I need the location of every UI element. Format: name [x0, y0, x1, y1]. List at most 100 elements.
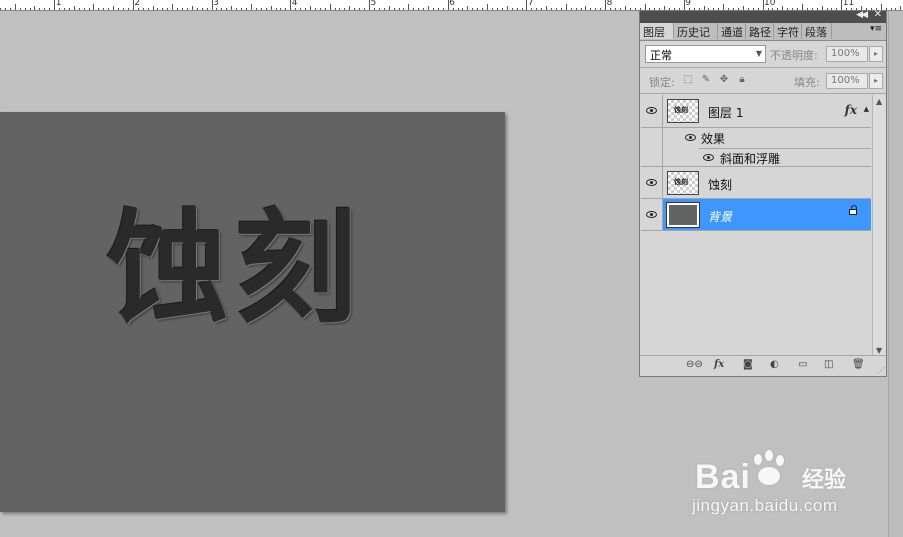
ruler-tick	[496, 8, 498, 10]
ruler-tick	[442, 8, 444, 10]
lock-icon	[849, 205, 857, 215]
tab-history[interactable]: 历史记	[674, 23, 718, 39]
fill-slider-button[interactable]: ▸	[869, 73, 883, 89]
ruler-label: 5	[370, 0, 377, 8]
ruler-tick	[260, 8, 262, 10]
ruler-tick	[186, 8, 188, 10]
watermark-brand-cn: 经验	[802, 468, 847, 493]
ruler-tick	[236, 8, 238, 10]
adjustment-layer-icon[interactable]: ◐	[770, 359, 779, 370]
visibility-toggle[interactable]	[641, 167, 663, 198]
panel-menu-icon[interactable]: ▾≡	[870, 24, 882, 34]
ruler-tick	[378, 8, 380, 10]
ruler-tick	[44, 8, 46, 10]
ruler-tick	[241, 8, 243, 10]
ruler-tick	[206, 8, 208, 10]
scroll-up-icon[interactable]: ▲	[876, 97, 882, 106]
ruler-tick	[359, 8, 361, 10]
ruler-tick	[9, 8, 11, 10]
ruler-tick	[108, 8, 110, 10]
tab-paths[interactable]: 路径	[746, 23, 774, 39]
ruler-tick	[221, 8, 223, 10]
ruler-tick	[98, 8, 100, 10]
document-canvas[interactable]: 蚀刻	[0, 112, 505, 512]
canvas-area[interactable]: 蚀刻	[0, 11, 640, 537]
lock-all-icon[interactable]: 🔒︎	[736, 74, 748, 86]
lock-brush-icon[interactable]: ✎	[700, 74, 712, 86]
eye-icon[interactable]	[685, 134, 696, 141]
tab-layers[interactable]: 图层	[640, 23, 674, 39]
layer-row[interactable]: 蚀刻 蚀刻	[641, 167, 871, 199]
layer-row[interactable]: 蚀刻 图层 1 fx ▲	[641, 95, 871, 128]
eye-icon[interactable]	[703, 154, 714, 161]
delete-layer-icon[interactable]: 🗑︎	[852, 359, 865, 370]
layer-thumbnail: 蚀刻	[667, 99, 699, 123]
ruler-tick	[93, 4, 95, 10]
ruler-tick	[565, 4, 567, 10]
blend-mode-select[interactable]: 正常 ▼	[645, 45, 766, 63]
effect-bevel-emboss: 斜面和浮雕	[720, 152, 781, 166]
ruler-tick	[531, 8, 533, 10]
layer-name[interactable]: 蚀刻	[708, 176, 732, 193]
ruler-tick	[432, 8, 434, 10]
ruler-label: 8	[606, 0, 613, 8]
fx-expand-icon[interactable]: ▲	[864, 105, 869, 113]
ruler-tick	[511, 8, 513, 10]
panel-bottom-toolbar: ⊖⊖ fx ◙ ◐ ▭ ◫ 🗑︎ ⋰	[640, 355, 886, 376]
lock-transparent-icon[interactable]: ⬚	[682, 74, 694, 86]
divider	[640, 67, 886, 68]
ruler-tick	[501, 8, 503, 10]
ruler-tick	[63, 8, 65, 10]
tab-paragraph[interactable]: 段落	[802, 23, 832, 39]
add-mask-icon[interactable]: ◙	[743, 359, 753, 370]
ruler-tick	[334, 8, 336, 10]
visibility-toggle[interactable]	[641, 199, 663, 230]
effects-label: 效果	[701, 132, 726, 146]
layers-list: 蚀刻 图层 1 fx ▲ 效果 斜面和浮雕 蚀刻 蚀刻 背景	[641, 95, 871, 357]
ruler-tick	[29, 8, 31, 10]
ruler-tick	[0, 8, 1, 10]
visibility-toggle[interactable]	[641, 95, 663, 127]
ruler-tick	[585, 6, 587, 10]
eye-icon	[646, 107, 657, 114]
effect-row[interactable]: 斜面和浮雕	[641, 148, 871, 167]
ruler-tick	[423, 8, 425, 10]
eye-icon	[646, 179, 657, 186]
scroll-down-icon[interactable]: ▼	[876, 346, 882, 355]
layers-scrollbar[interactable]: ▲ ▼	[872, 95, 886, 357]
link-icon[interactable]: ⊖⊖	[686, 359, 703, 370]
opacity-input[interactable]: 100%	[826, 46, 868, 62]
new-group-icon[interactable]: ▭	[798, 359, 807, 370]
ruler-tick	[88, 8, 90, 10]
opacity-slider-button[interactable]: ▸	[869, 46, 883, 62]
collapse-icon[interactable]: ◀◀	[856, 10, 868, 20]
gutter	[641, 148, 663, 167]
ruler-tick	[137, 8, 139, 10]
add-style-icon[interactable]: fx	[714, 359, 724, 370]
lock-move-icon[interactable]: ✥	[718, 74, 730, 86]
close-icon[interactable]: ✕	[874, 9, 882, 20]
ruler-label: 4	[291, 0, 298, 8]
ruler-label: 6	[449, 0, 455, 8]
ruler-tick	[231, 6, 233, 10]
divider	[640, 93, 886, 94]
fill-input[interactable]: 100%	[826, 73, 868, 89]
ruler-tick	[349, 6, 351, 10]
ruler-tick	[83, 8, 85, 10]
ruler-tick	[167, 8, 169, 10]
ruler-tick	[462, 8, 464, 10]
ruler-tick	[309, 6, 311, 10]
layer-name[interactable]: 图层 1	[708, 104, 743, 121]
tab-character[interactable]: 字符	[774, 23, 802, 39]
effects-row[interactable]: 效果	[641, 128, 871, 148]
fx-icon[interactable]: fx	[845, 103, 857, 117]
ruler-label: 2	[134, 0, 141, 8]
ruler-tick	[610, 8, 612, 10]
tab-channels[interactable]: 通道	[718, 23, 746, 39]
layer-name[interactable]: 背景	[708, 208, 732, 225]
resize-grip-icon[interactable]: ⋰	[877, 366, 885, 375]
ruler-tick	[388, 6, 390, 10]
panel-titlebar[interactable]: ◀◀ ✕	[640, 9, 886, 23]
new-layer-icon[interactable]: ◫	[824, 359, 833, 370]
layer-row-selected[interactable]: 背景	[641, 199, 871, 231]
